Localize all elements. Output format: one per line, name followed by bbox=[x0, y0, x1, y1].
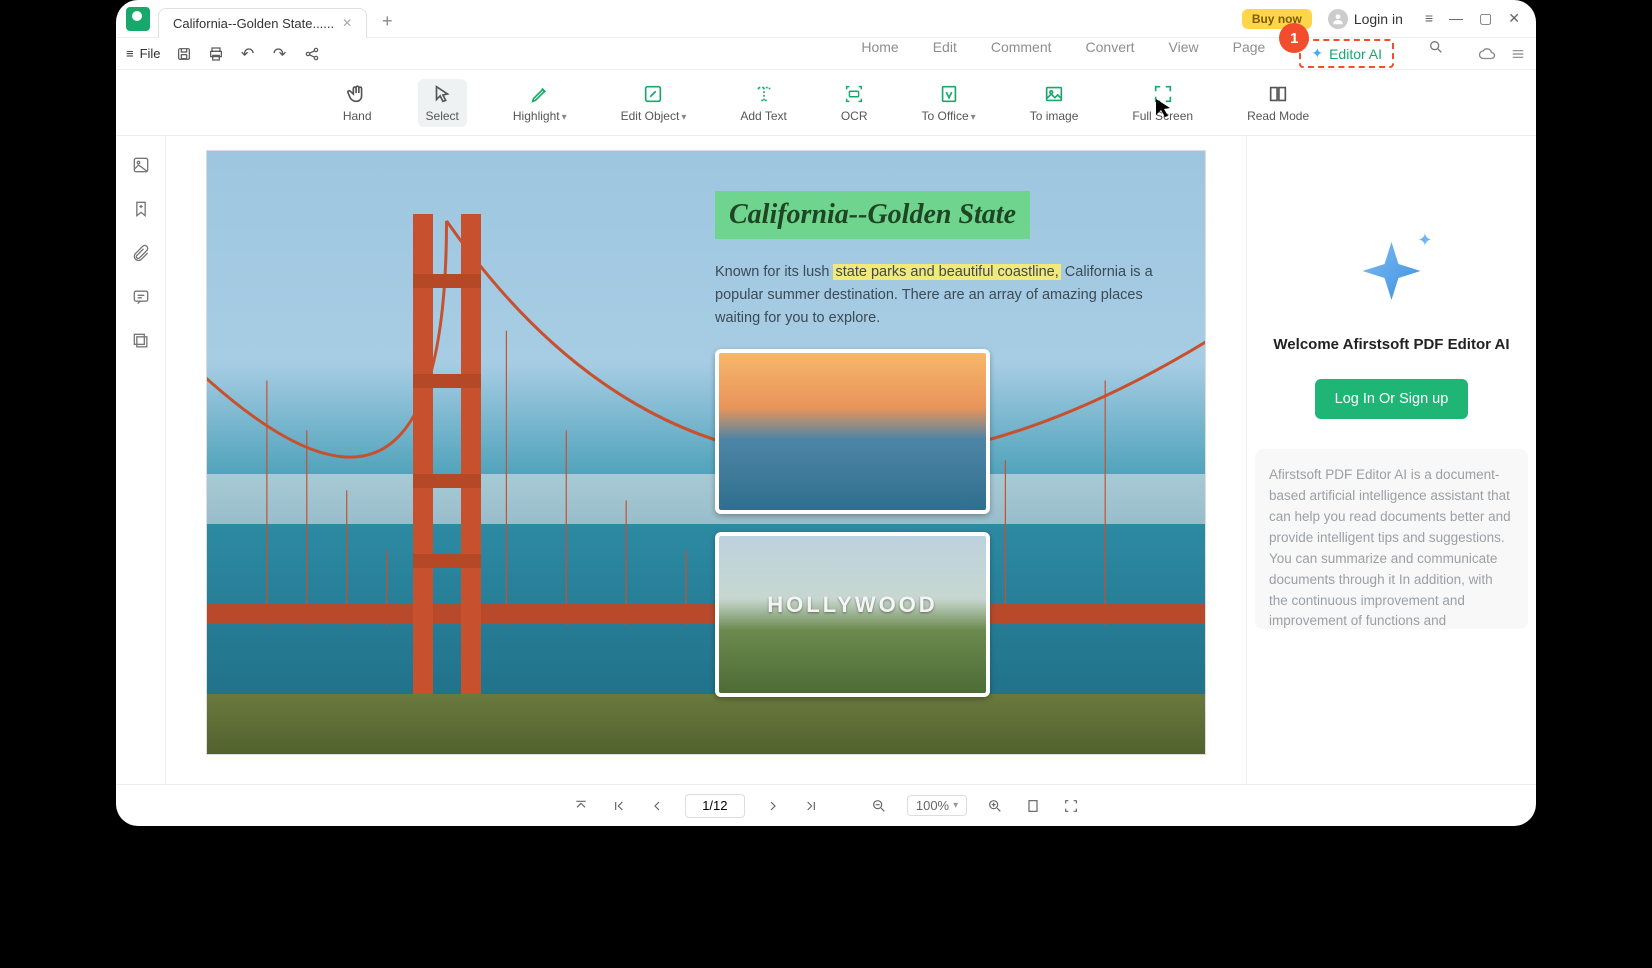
tool-edit-object-label: Edit Object▾ bbox=[621, 109, 687, 123]
document-page: California--Golden State Known for its l… bbox=[206, 150, 1206, 755]
tab-close-icon[interactable]: ✕ bbox=[342, 16, 352, 30]
right-quick-tools bbox=[1478, 45, 1526, 63]
tool-highlight[interactable]: Highlight▾ bbox=[505, 79, 575, 127]
tool-to-office-label: To Office▾ bbox=[922, 109, 976, 123]
settings-sliders-icon[interactable] bbox=[1510, 46, 1526, 62]
undo-icon[interactable]: ↶ bbox=[239, 45, 257, 63]
document-content: California--Golden State Known for its l… bbox=[715, 191, 1155, 697]
thumbnails-icon[interactable] bbox=[130, 154, 152, 176]
tool-add-text[interactable]: Add Text bbox=[732, 79, 794, 127]
bridge-tower-image bbox=[407, 214, 487, 694]
new-tab-button[interactable]: + bbox=[375, 10, 399, 34]
share-icon[interactable] bbox=[303, 45, 321, 63]
fit-width-icon[interactable] bbox=[1061, 796, 1081, 816]
callout-badge: 1 bbox=[1279, 23, 1309, 53]
app-window: California--Golden State...... ✕ + Buy n… bbox=[116, 0, 1536, 826]
layers-icon[interactable] bbox=[130, 330, 152, 352]
menu-editor-ai[interactable]: 1 ✦ Editor AI bbox=[1299, 39, 1394, 68]
tool-ocr[interactable]: OCR bbox=[833, 79, 876, 127]
beach-photo bbox=[715, 349, 990, 514]
tool-read-mode-label: Read Mode bbox=[1247, 109, 1309, 123]
file-menu[interactable]: ≡ File bbox=[126, 46, 161, 61]
main-menu: Home Edit Comment Convert View Page 1 ✦ … bbox=[861, 39, 1444, 68]
document-tab-title: California--Golden State...... bbox=[173, 16, 334, 31]
ai-description-text: Afirstsoft PDF Editor AI is a document-b… bbox=[1255, 449, 1528, 629]
tool-read-mode[interactable]: Read Mode bbox=[1239, 79, 1317, 127]
zoom-out-icon[interactable] bbox=[869, 796, 889, 816]
close-window-icon[interactable]: ✕ bbox=[1508, 10, 1520, 27]
tool-highlight-label: Highlight▾ bbox=[513, 109, 567, 123]
tool-to-image-label: To image bbox=[1030, 109, 1079, 123]
app-logo-icon bbox=[126, 7, 150, 31]
prev-page-icon[interactable] bbox=[647, 796, 667, 816]
ai-welcome-title: Welcome Afirstsoft PDF Editor AI bbox=[1273, 336, 1509, 353]
editor-ai-label: Editor AI bbox=[1329, 46, 1382, 62]
file-menu-icon: ≡ bbox=[126, 46, 134, 61]
page-number-input[interactable] bbox=[685, 794, 745, 818]
sparkle-icon: ✦ bbox=[1311, 45, 1323, 62]
ai-side-panel: Welcome Afirstsoft PDF Editor AI Log In … bbox=[1246, 136, 1536, 784]
next-page-icon[interactable] bbox=[763, 796, 783, 816]
tool-select-label: Select bbox=[426, 109, 459, 123]
attachment-icon[interactable] bbox=[130, 242, 152, 264]
toolbar-ribbon: Hand Select Highlight▾ Edit Object▾ Add … bbox=[116, 70, 1536, 136]
main-area: California--Golden State Known for its l… bbox=[116, 136, 1536, 784]
menu-home[interactable]: Home bbox=[861, 39, 898, 68]
menu-convert[interactable]: Convert bbox=[1086, 39, 1135, 68]
bookmark-icon[interactable] bbox=[130, 198, 152, 220]
tool-ocr-label: OCR bbox=[841, 109, 868, 123]
zoom-in-icon[interactable] bbox=[985, 796, 1005, 816]
last-page-icon[interactable] bbox=[801, 796, 821, 816]
tool-to-office[interactable]: To Office▾ bbox=[914, 79, 984, 127]
highlighted-text: state parks and beautiful coastline, bbox=[833, 264, 1060, 280]
window-controls: ≡ — ▢ ✕ bbox=[1425, 10, 1520, 27]
tool-hand-label: Hand bbox=[343, 109, 372, 123]
login-button[interactable]: Login in bbox=[1328, 9, 1403, 29]
menu-comment[interactable]: Comment bbox=[991, 39, 1052, 68]
document-title: California--Golden State bbox=[715, 191, 1030, 239]
save-icon[interactable] bbox=[175, 45, 193, 63]
scroll-top-icon[interactable] bbox=[571, 796, 591, 816]
hamburger-menu-icon[interactable]: ≡ bbox=[1425, 10, 1433, 27]
quick-access-bar: ≡ File ↶ ↷ Home Edit Comment Convert Vie… bbox=[116, 38, 1536, 70]
menu-view[interactable]: View bbox=[1169, 39, 1199, 68]
fit-page-icon[interactable] bbox=[1023, 796, 1043, 816]
minimize-icon[interactable]: — bbox=[1449, 10, 1463, 27]
tool-add-text-label: Add Text bbox=[740, 109, 786, 123]
tool-to-image[interactable]: To image bbox=[1022, 79, 1087, 127]
cursor-pointer-icon bbox=[1152, 96, 1176, 120]
zoom-select[interactable]: 100% ▾ bbox=[907, 795, 967, 816]
hollywood-sign-text: HOLLYWOOD bbox=[719, 592, 986, 618]
document-tab[interactable]: California--Golden State...... ✕ bbox=[158, 8, 367, 38]
tool-select[interactable]: Select bbox=[418, 79, 467, 127]
document-paragraph: Known for its lush state parks and beaut… bbox=[715, 261, 1155, 331]
ai-login-button[interactable]: Log In Or Sign up bbox=[1315, 379, 1469, 419]
menu-edit[interactable]: Edit bbox=[933, 39, 957, 68]
user-avatar-icon bbox=[1328, 9, 1348, 29]
footer-nav: 100% ▾ bbox=[116, 784, 1536, 826]
document-canvas[interactable]: California--Golden State Known for its l… bbox=[166, 136, 1246, 784]
title-bar: California--Golden State...... ✕ + Buy n… bbox=[116, 0, 1536, 38]
cloud-icon[interactable] bbox=[1478, 45, 1496, 63]
comments-icon[interactable] bbox=[130, 286, 152, 308]
hollywood-photo: HOLLYWOOD bbox=[715, 532, 990, 697]
redo-icon[interactable]: ↷ bbox=[271, 45, 289, 63]
search-icon[interactable] bbox=[1428, 39, 1444, 68]
login-label: Login in bbox=[1354, 11, 1403, 27]
tool-hand[interactable]: Hand bbox=[335, 79, 380, 127]
file-menu-label: File bbox=[140, 46, 161, 61]
left-sidebar bbox=[116, 136, 166, 784]
menu-page[interactable]: Page bbox=[1233, 39, 1266, 68]
first-page-icon[interactable] bbox=[609, 796, 629, 816]
ai-sparkle-icon bbox=[1357, 236, 1427, 306]
maximize-icon[interactable]: ▢ bbox=[1479, 10, 1492, 27]
print-icon[interactable] bbox=[207, 45, 225, 63]
tool-edit-object[interactable]: Edit Object▾ bbox=[613, 79, 695, 127]
